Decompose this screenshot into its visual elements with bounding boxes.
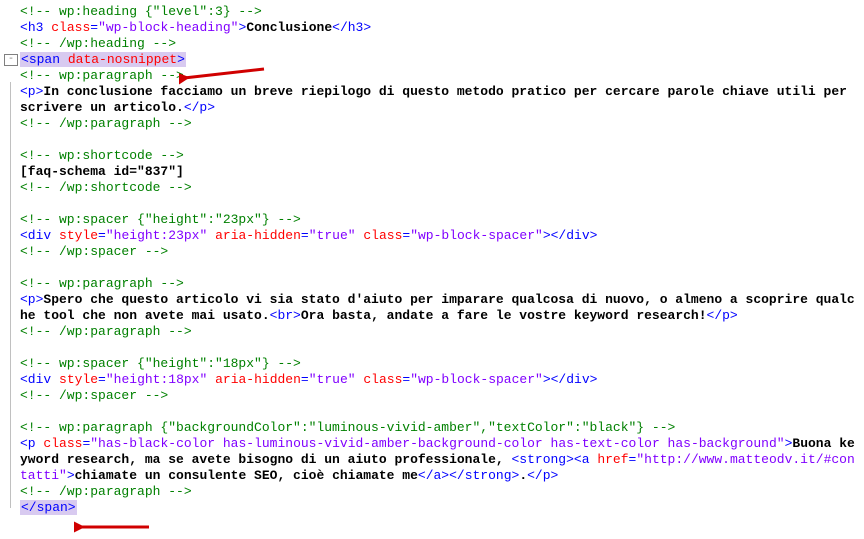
code-line[interactable]: <!-- wp:paragraph --> bbox=[20, 276, 860, 292]
code-line[interactable]: [faq-schema id="837"] bbox=[20, 164, 860, 180]
code-line[interactable]: <!-- wp:paragraph --> bbox=[20, 68, 860, 84]
code-line-highlight[interactable]: -<span data-nosnippet> bbox=[4, 52, 860, 68]
code-line[interactable]: <!-- /wp:shortcode --> bbox=[20, 180, 860, 196]
code-line[interactable]: <!-- /wp:paragraph --> bbox=[20, 116, 860, 132]
code-line[interactable]: <div style="height:23px" aria-hidden="tr… bbox=[20, 228, 860, 244]
comment: <!-- wp:heading {"level":3} --> bbox=[20, 4, 262, 19]
arrow-annotation-bottom bbox=[74, 518, 154, 536]
code-line[interactable]: <!-- /wp:paragraph --> bbox=[20, 484, 860, 500]
code-line[interactable]: <div style="height:18px" aria-hidden="tr… bbox=[20, 372, 860, 388]
code-editor[interactable]: <!-- wp:heading {"level":3} --> <h3 clas… bbox=[4, 4, 860, 516]
code-line[interactable]: <!-- /wp:spacer --> bbox=[20, 244, 860, 260]
code-line[interactable]: <!-- /wp:spacer --> bbox=[20, 388, 860, 404]
code-line[interactable]: <p>Spero che questo articolo vi sia stat… bbox=[20, 292, 860, 324]
code-line[interactable] bbox=[20, 404, 860, 420]
code-line[interactable]: <!-- /wp:heading --> bbox=[20, 36, 860, 52]
code-line[interactable]: <h3 class="wp-block-heading">Conclusione… bbox=[20, 20, 860, 36]
code-line[interactable] bbox=[20, 260, 860, 276]
code-line[interactable]: <!-- wp:spacer {"height":"18px"} --> bbox=[20, 356, 860, 372]
code-line[interactable] bbox=[20, 132, 860, 148]
code-line[interactable]: <p class="has-black-color has-luminous-v… bbox=[20, 436, 860, 484]
code-line[interactable]: <!-- wp:heading {"level":3} --> bbox=[20, 4, 860, 20]
code-line-highlight[interactable]: </span> bbox=[20, 500, 860, 516]
highlighted-span-open: <span data-nosnippet> bbox=[20, 52, 186, 67]
code-line[interactable]: <!-- wp:paragraph {"backgroundColor":"lu… bbox=[20, 420, 860, 436]
code-line[interactable]: <!-- /wp:paragraph --> bbox=[20, 324, 860, 340]
fold-guide bbox=[10, 82, 11, 508]
code-line[interactable]: <!-- wp:spacer {"height":"23px"} --> bbox=[20, 212, 860, 228]
code-line[interactable] bbox=[20, 340, 860, 356]
highlighted-span-close: </span> bbox=[20, 500, 77, 515]
fold-toggle[interactable]: - bbox=[4, 54, 18, 66]
code-line[interactable]: <!-- wp:shortcode --> bbox=[20, 148, 860, 164]
code-line[interactable] bbox=[20, 196, 860, 212]
code-line[interactable]: <p>In conclusione facciamo un breve riep… bbox=[20, 84, 860, 116]
